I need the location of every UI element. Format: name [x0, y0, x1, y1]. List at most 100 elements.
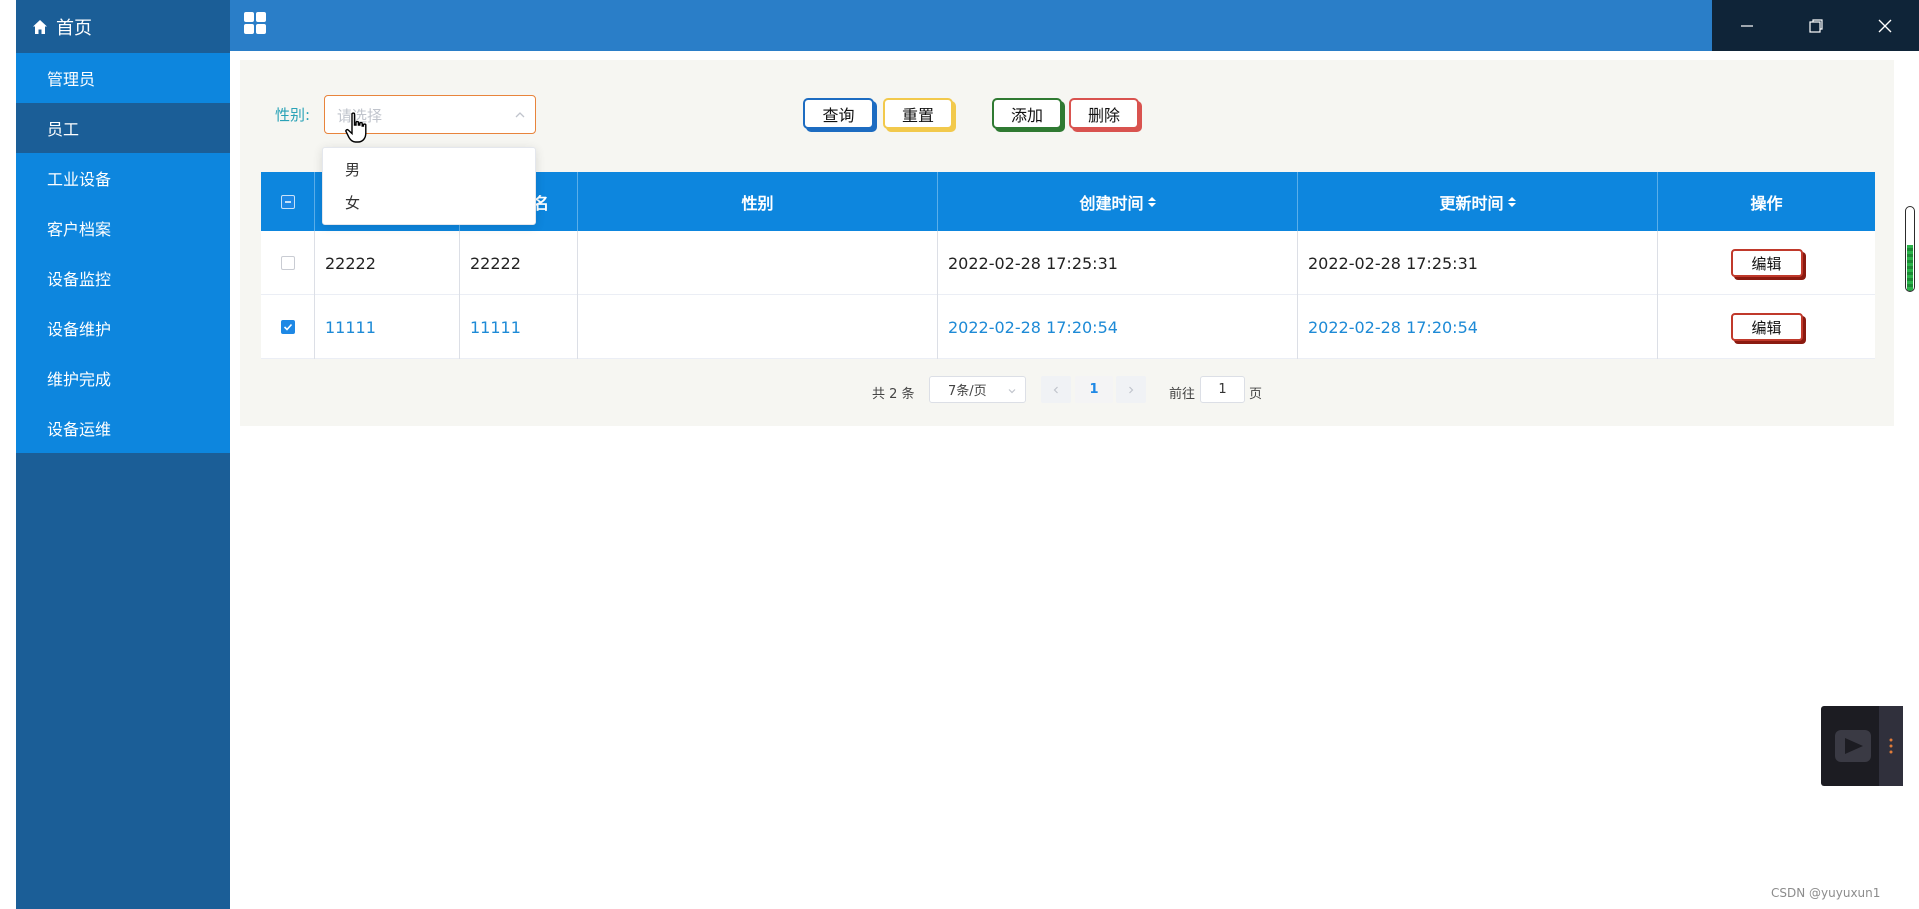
reset-button[interactable]: 重置 — [883, 98, 953, 129]
watermark: CSDN @yuyuxun1 — [1771, 886, 1881, 900]
gender-filter-label: 性别: — [275, 106, 311, 124]
close-icon — [1878, 19, 1891, 32]
grid-cell — [244, 12, 254, 22]
prev-page-button[interactable] — [1041, 376, 1071, 403]
cell-actions: 编辑 — [1658, 231, 1875, 295]
scrollbar-indicator[interactable] — [1905, 206, 1915, 292]
page-suffix: 页 — [1249, 387, 1263, 402]
sidebar-item-employee[interactable]: 员工 — [16, 103, 230, 153]
grid-menu-icon[interactable] — [244, 12, 266, 34]
sort-icon[interactable] — [1147, 196, 1156, 207]
row-checkbox[interactable] — [280, 320, 295, 334]
column-header-label: 更新时间 — [1439, 193, 1504, 213]
table-row: 11111 11111 2022-02-28 17:20:54 2022-02-… — [261, 295, 1875, 359]
sidebar-item-admin[interactable]: 管理员 — [16, 53, 230, 103]
goto-label: 前往 — [1169, 387, 1196, 402]
cell-gender — [578, 231, 938, 295]
sidebar-item-customer-files[interactable]: 客户档案 — [16, 203, 230, 253]
sort-icon[interactable] — [1507, 196, 1516, 207]
left-margin — [0, 0, 16, 909]
minimize-button[interactable] — [1712, 0, 1781, 51]
cell-name: 22222 — [460, 231, 578, 295]
dropdown-option-female[interactable]: 女 — [323, 186, 535, 219]
edit-button[interactable]: 编辑 — [1730, 249, 1803, 277]
page-size-select[interactable]: 7条/页 — [929, 376, 1026, 403]
sidebar-home[interactable]: 首页 — [16, 0, 230, 53]
pagination: 共 2 条 7条/页 1 前往 1 页 — [240, 376, 1894, 406]
row-checkbox[interactable] — [280, 256, 295, 270]
sidebar-item-label: 工业设备 — [47, 170, 112, 189]
edit-button[interactable]: 编辑 — [1730, 313, 1803, 341]
goto-page-input[interactable]: 1 — [1200, 376, 1245, 403]
sort-arrows — [1507, 196, 1516, 207]
indeterminate-icon — [284, 200, 291, 203]
sidebar-item-device-monitoring[interactable]: 设备监控 — [16, 253, 230, 303]
column-header-gender: 性别 — [578, 172, 938, 231]
grid-cell — [244, 24, 254, 34]
chevron-left-icon — [1053, 386, 1058, 393]
top-bar — [230, 0, 1712, 51]
column-header-actions: 操作 — [1750, 193, 1783, 213]
sidebar-item-label: 员工 — [47, 120, 80, 139]
column-header-updated[interactable]: 更新时间 — [1298, 172, 1658, 231]
sort-arrows — [1147, 196, 1156, 207]
column-header-label: 创建时间 — [1079, 193, 1144, 213]
cell-created: 2022-02-28 17:20:54 — [938, 295, 1298, 359]
sidebar-item-label: 设备维护 — [47, 320, 112, 339]
cell-updated: 2022-02-28 17:25:31 — [1298, 231, 1658, 295]
sidebar-item-label: 客户档案 — [47, 220, 112, 239]
dropdown-option-male[interactable]: 男 — [323, 153, 535, 186]
cell-updated: 2022-02-28 17:20:54 — [1298, 295, 1658, 359]
chevron-up-icon — [515, 112, 525, 118]
floating-recorder-widget[interactable] — [1821, 706, 1903, 786]
grid-cell — [256, 24, 266, 34]
check-icon — [283, 323, 292, 331]
cell-actions: 编辑 — [1658, 295, 1875, 359]
column-header-created[interactable]: 创建时间 — [938, 172, 1298, 231]
close-button[interactable] — [1850, 0, 1919, 51]
select-all-cell — [261, 172, 315, 231]
page-number-current[interactable]: 1 — [1075, 376, 1113, 403]
app-screen: 首页 管理员 员工 工业设备 客户档案 设备监控 设备维护 维护完成 设备运维 … — [0, 0, 1919, 909]
select-all-checkbox[interactable] — [280, 194, 295, 209]
sidebar-item-device-maintenance[interactable]: 设备维护 — [16, 303, 230, 353]
cell-id: 11111 — [315, 295, 460, 359]
sidebar-item-label: 设备运维 — [47, 420, 112, 439]
minimize-icon — [1740, 24, 1753, 27]
sidebar-item-label: 管理员 — [47, 70, 96, 89]
sidebar-item-device-ops[interactable]: 设备运维 — [16, 403, 230, 453]
sidebar-item-label: 维护完成 — [47, 370, 112, 389]
sidebar-item-maintenance-done[interactable]: 维护完成 — [16, 353, 230, 403]
gender-dropdown: 男 女 — [322, 147, 536, 225]
vertical-dots — [1889, 738, 1893, 754]
row-select-cell — [261, 231, 315, 295]
cell-id: 22222 — [315, 231, 460, 295]
sidebar-item-label: 设备监控 — [47, 270, 112, 289]
row-select-cell — [261, 295, 315, 359]
home-icon — [33, 19, 47, 34]
hand-cursor-icon — [345, 112, 367, 143]
next-page-button[interactable] — [1116, 376, 1146, 403]
sidebar: 首页 管理员 员工 工业设备 客户档案 设备监控 设备维护 维护完成 设备运维 — [16, 0, 230, 909]
query-button[interactable]: 查询 — [803, 98, 874, 129]
restore-icon — [1808, 18, 1823, 33]
add-button[interactable]: 添加 — [992, 98, 1062, 129]
page-size-value: 7条/页 — [948, 384, 987, 399]
chevron-right-icon — [1129, 386, 1134, 393]
more-options-icon[interactable] — [1879, 706, 1903, 786]
delete-button[interactable]: 删除 — [1069, 98, 1139, 129]
window-controls — [1712, 0, 1919, 51]
pagination-total: 共 2 条 — [872, 387, 915, 402]
chevron-down-icon — [1008, 389, 1016, 394]
cell-name: 11111 — [460, 295, 578, 359]
table-row: 22222 22222 2022-02-28 17:25:31 2022-02-… — [261, 231, 1875, 295]
main-panel: 性别: 请选择 查询 重置 添加 删除 名 性别 创建时间 更新时间 操作 22… — [240, 60, 1894, 426]
cell-gender — [578, 295, 938, 359]
scrollbar-fill — [1907, 245, 1913, 291]
sidebar-item-industrial-equipment[interactable]: 工业设备 — [16, 153, 230, 203]
sidebar-home-label: 首页 — [56, 17, 92, 39]
play-icon — [1835, 730, 1871, 762]
cell-created: 2022-02-28 17:25:31 — [938, 231, 1298, 295]
grid-cell — [256, 12, 266, 22]
restore-button[interactable] — [1781, 0, 1850, 51]
